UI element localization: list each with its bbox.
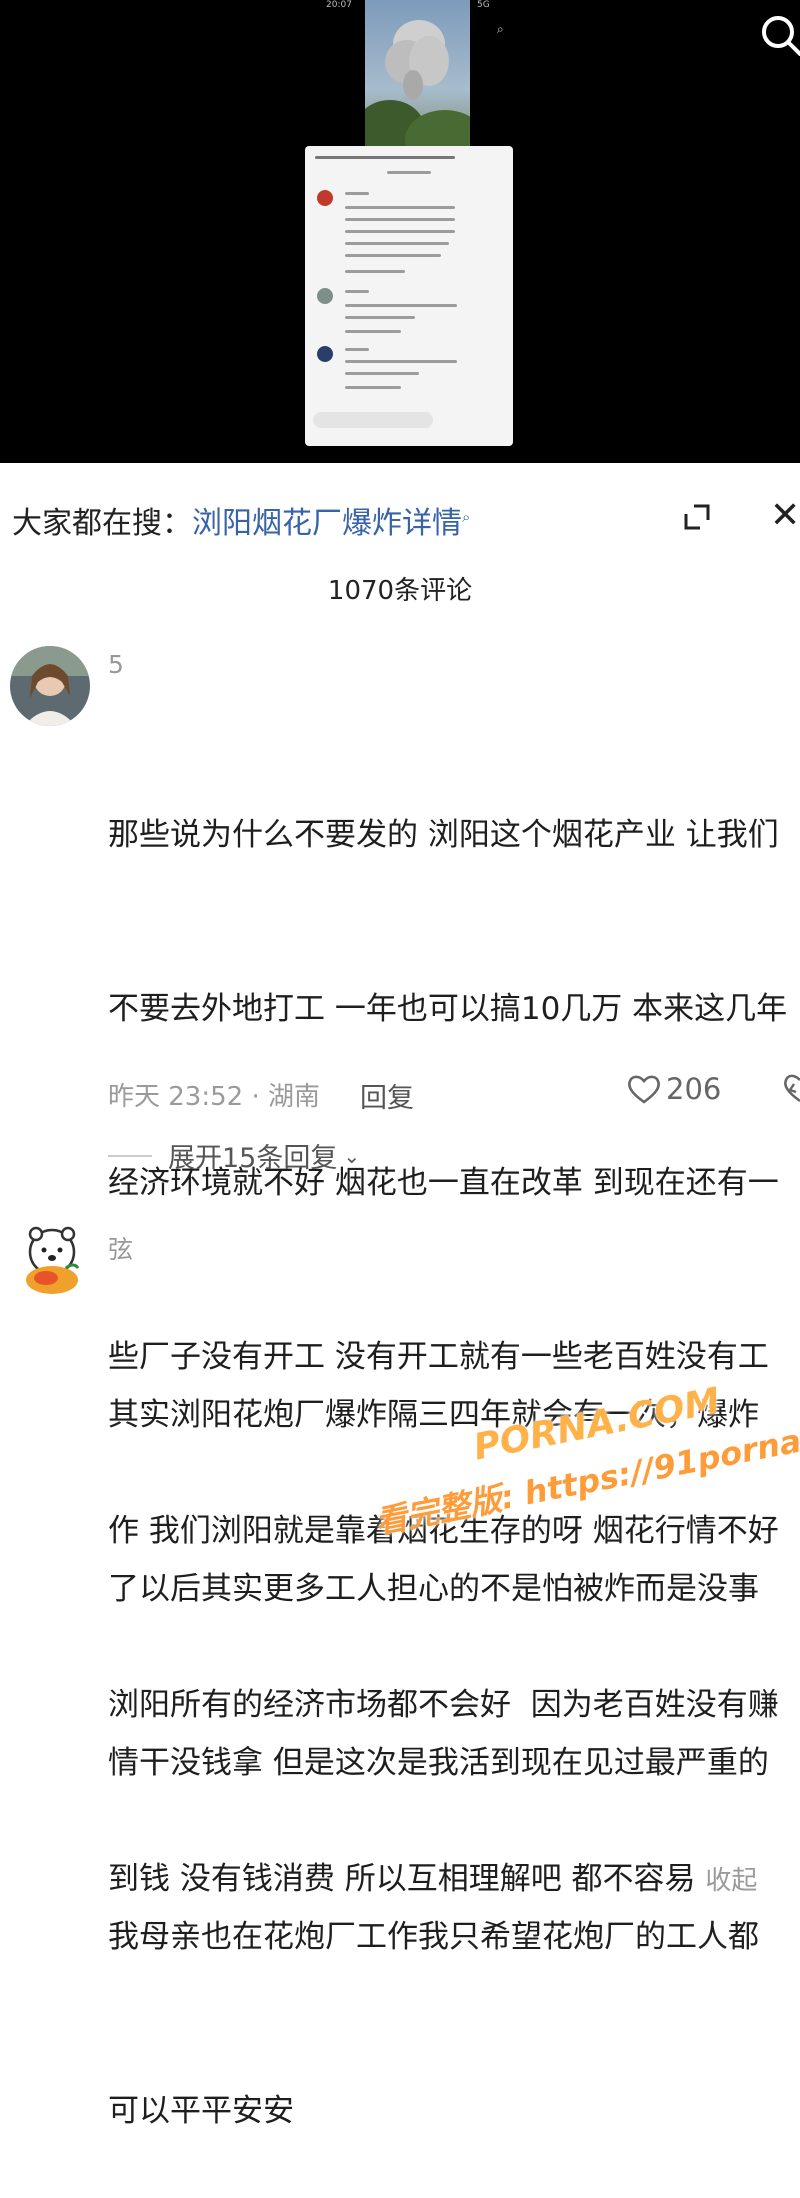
comment-line: 我母亲也在花炮厂工作我只希望花炮厂的工人都 — [108, 1919, 759, 1955]
trending-search[interactable]: 大家都在搜：浏阳烟花厂爆炸详情⌕ — [12, 498, 470, 542]
expand-replies-label: 展开15条回复 — [168, 1143, 338, 1174]
close-icon[interactable]: ✕ — [770, 494, 800, 538]
comment-line: 其实浏阳花炮厂爆炸隔三四年就会有一次，爆炸 — [108, 1397, 759, 1433]
mini-search-icon: ⌕ — [497, 22, 504, 36]
username[interactable]: 弦 — [108, 1230, 133, 1266]
comment-line: 不要去外地打工 一年也可以搞10几万 本来这几年 — [108, 991, 788, 1027]
chevron-down-icon: ⌄ — [343, 1143, 361, 1168]
dislike-icon[interactable] — [772, 1072, 800, 1104]
comment-line: 可以平平安安 — [108, 2093, 294, 2129]
video-player[interactable]: 20:07 5G ⌕ — [0, 0, 800, 463]
search-small-icon: ⌕ — [462, 508, 471, 526]
mini-status-time: 20:07 — [326, 0, 352, 10]
search-icon[interactable] — [758, 12, 800, 56]
comment-text: 其实浏阳花炮厂爆炸隔三四年就会有一次，爆炸 了以后其实更多工人担心的不是怕被炸而… — [108, 1270, 800, 2198]
expand-replies-button[interactable]: 展开15条回复 ⌄ — [108, 1136, 360, 1175]
mini-comment-panel — [305, 146, 513, 446]
like-count: 206 — [666, 1072, 722, 1106]
comment-line: 那些说为什么不要发的 浏阳这个烟花产业 让我们 — [108, 817, 779, 853]
comment-line: 情干没钱拿 但是这次是我活到现在见过最严重的 — [108, 1745, 769, 1781]
username[interactable]: 5 — [108, 650, 124, 679]
mini-status-signal: 5G — [477, 0, 490, 10]
heart-icon — [628, 1075, 660, 1104]
like-button[interactable]: 206 — [626, 1072, 721, 1106]
comment-meta: 昨天 23:52 · 湖南 — [108, 1082, 320, 1112]
avatar[interactable] — [12, 1222, 92, 1302]
trending-search-prefix: 大家都在搜： — [12, 506, 192, 541]
trending-search-link[interactable]: 浏阳烟花厂爆炸详情 — [192, 506, 462, 541]
avatar[interactable] — [10, 646, 90, 726]
reply-button[interactable]: 回复 — [360, 1076, 414, 1115]
comment-line: 了以后其实更多工人担心的不是怕被炸而是没事 — [108, 1571, 759, 1607]
divider-line — [108, 1154, 152, 1157]
comment-count: 1070条评论 — [327, 576, 473, 606]
video-frame-image — [365, 0, 470, 150]
expand-icon[interactable] — [680, 500, 714, 534]
